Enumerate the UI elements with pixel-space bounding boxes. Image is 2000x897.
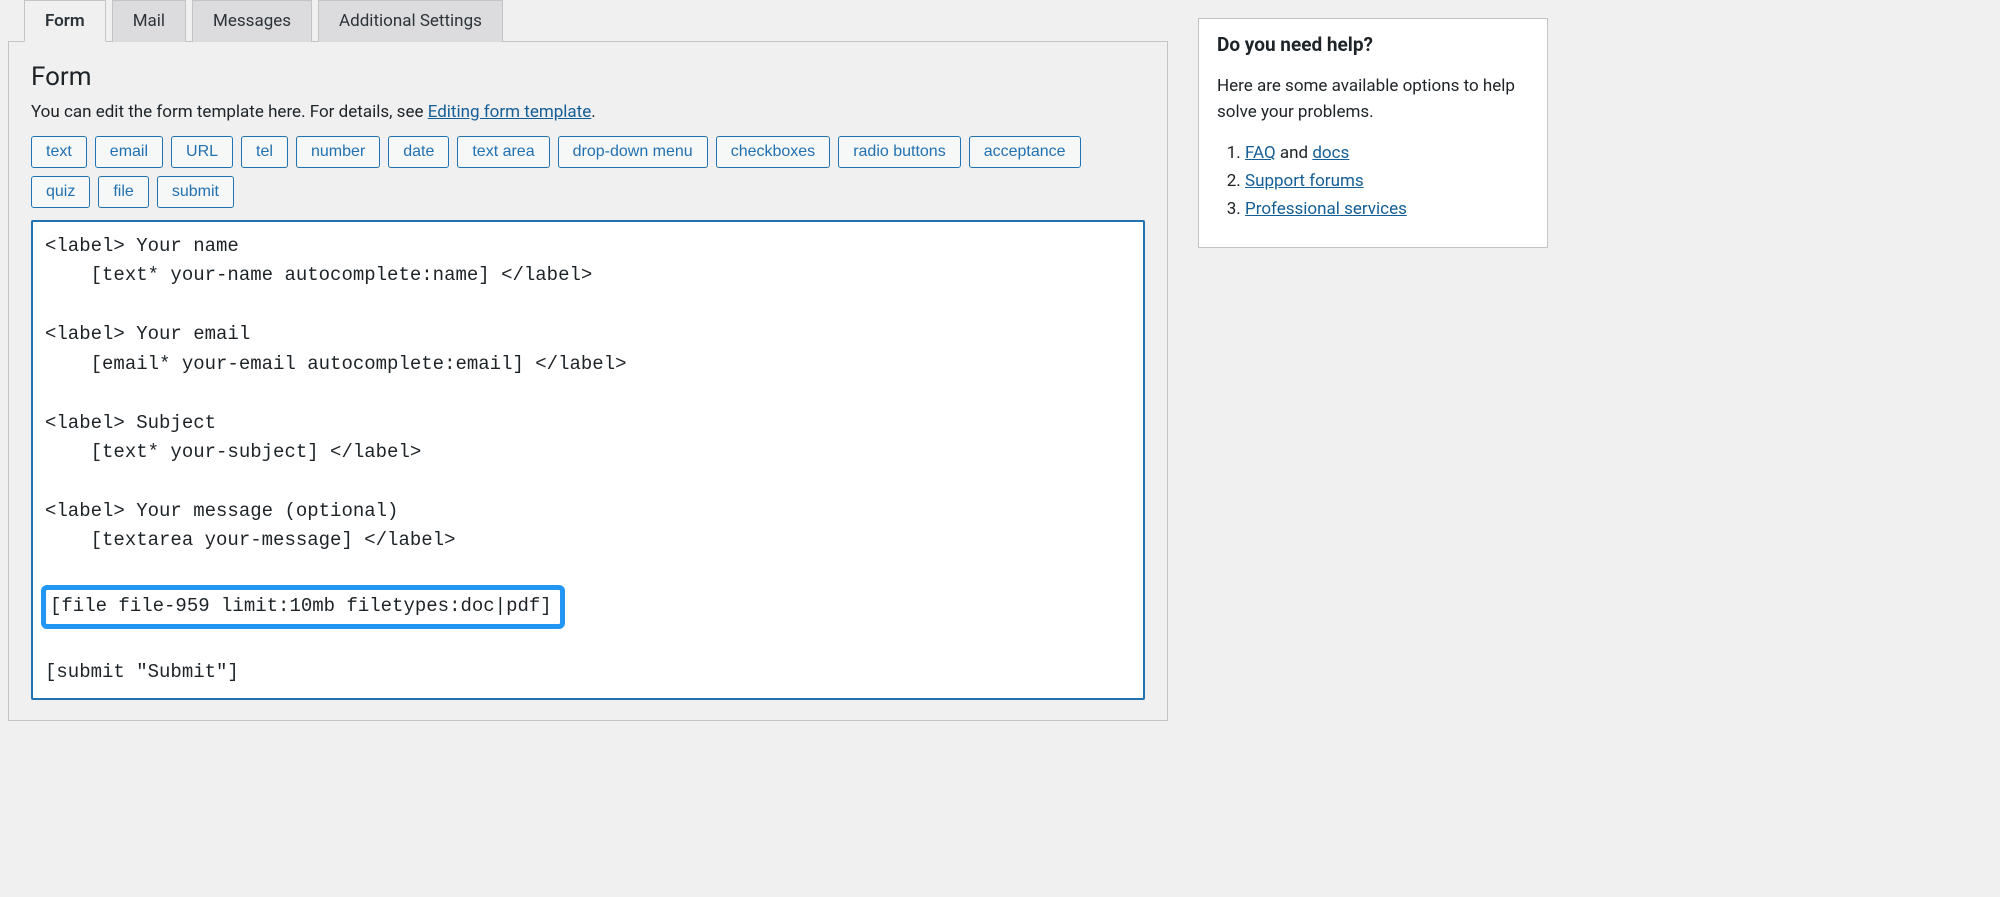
- editing-template-link[interactable]: Editing form template: [428, 102, 592, 122]
- tag-submit-button[interactable]: submit: [157, 176, 234, 208]
- faq-link[interactable]: FAQ: [1245, 143, 1276, 163]
- tab-bar: Form Mail Messages Additional Settings: [24, 0, 1168, 42]
- help-item-faq: FAQ and docs: [1245, 143, 1529, 163]
- section-description: You can edit the form template here. For…: [31, 102, 1145, 122]
- tag-radio-button[interactable]: radio buttons: [838, 136, 961, 168]
- tab-mail[interactable]: Mail: [112, 0, 186, 42]
- tab-form[interactable]: Form: [24, 0, 106, 42]
- help-title: Do you need help?: [1217, 33, 1529, 56]
- tab-additional-settings[interactable]: Additional Settings: [318, 0, 503, 42]
- professional-services-link[interactable]: Professional services: [1245, 199, 1407, 219]
- docs-link[interactable]: docs: [1312, 143, 1349, 163]
- tag-button-row: text email URL tel number date text area…: [31, 136, 1145, 208]
- tag-textarea-button[interactable]: text area: [457, 136, 549, 168]
- support-forums-link[interactable]: Support forums: [1245, 171, 1364, 191]
- help-item-services: Professional services: [1245, 199, 1529, 219]
- file-tag-highlight: [file file-959 limit:10mb filetypes:doc|…: [41, 585, 565, 628]
- form-panel: Form You can edit the form template here…: [8, 41, 1168, 721]
- tag-quiz-button[interactable]: quiz: [31, 176, 90, 208]
- form-template-editor[interactable]: <label> Your name [text* your-name autoc…: [31, 220, 1145, 700]
- tag-text-button[interactable]: text: [31, 136, 87, 168]
- help-intro: Here are some available options to help …: [1217, 74, 1529, 125]
- tag-acceptance-button[interactable]: acceptance: [969, 136, 1081, 168]
- tag-url-button[interactable]: URL: [171, 136, 233, 168]
- tag-number-button[interactable]: number: [296, 136, 380, 168]
- tag-checkboxes-button[interactable]: checkboxes: [716, 136, 831, 168]
- help-item-support: Support forums: [1245, 171, 1529, 191]
- help-box: Do you need help? Here are some availabl…: [1198, 18, 1548, 248]
- tag-file-button[interactable]: file: [98, 176, 148, 208]
- tag-dropdown-button[interactable]: drop-down menu: [558, 136, 708, 168]
- section-heading: Form: [31, 62, 1145, 92]
- tab-messages[interactable]: Messages: [192, 0, 312, 42]
- tag-date-button[interactable]: date: [388, 136, 449, 168]
- tag-tel-button[interactable]: tel: [241, 136, 288, 168]
- tag-email-button[interactable]: email: [95, 136, 163, 168]
